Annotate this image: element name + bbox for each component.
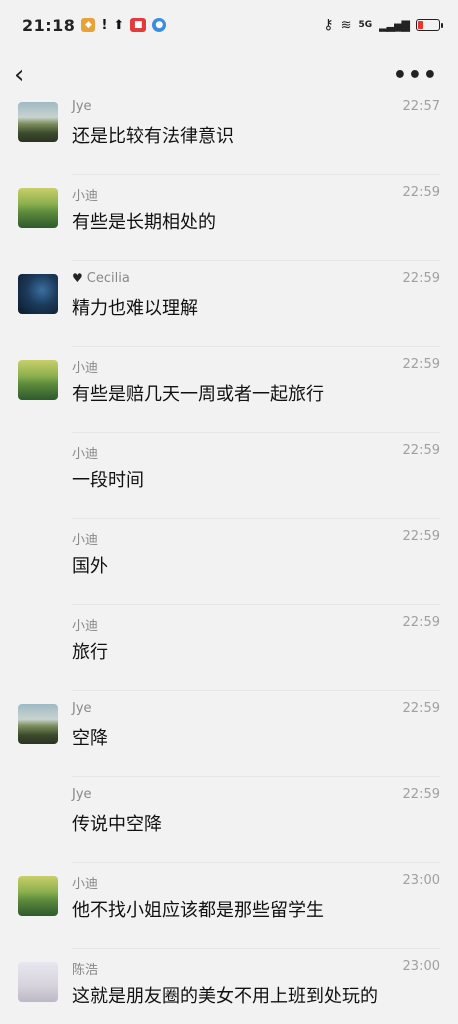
message-item[interactable]: 小迪 22:59 国外 [0, 519, 458, 605]
green-landscape-avatar[interactable] [18, 876, 58, 916]
message-text: 他不找小姐应该都是那些留学生 [72, 900, 324, 921]
message-time: 23:00 [402, 959, 440, 974]
message-text: 精力也难以理解 [72, 298, 198, 319]
message-item[interactable]: Jye 22:59 空降 [0, 691, 458, 777]
message-time: 22:59 [402, 443, 440, 458]
sender-name-text: Cecilia [86, 271, 130, 286]
message-item[interactable]: 小迪 22:59 旅行 [0, 605, 458, 691]
message-item[interactable]: ♥ Cecilia 22:59 精力也难以理解 [0, 261, 458, 347]
message-time: 22:59 [402, 271, 440, 286]
sender-name: Jye [72, 787, 92, 802]
person-avatar[interactable] [18, 962, 58, 1002]
landscape-avatar[interactable] [18, 102, 58, 142]
upload-icon: ⬆ [113, 17, 125, 33]
message-text: 传说中空降 [72, 814, 162, 835]
message-text: 一段时间 [72, 470, 144, 491]
green-landscape-avatar[interactable] [18, 188, 58, 228]
message-time: 22:59 [402, 185, 440, 200]
app-badge-icon: ■ [130, 18, 147, 32]
message-text: 有些是长期相处的 [72, 212, 216, 233]
key-icon: ⚷ [323, 17, 334, 33]
sender-name: 小迪 [72, 361, 99, 376]
landscape-avatar[interactable] [18, 704, 58, 744]
message-item[interactable]: Jye 22:57 还是比较有法律意识 [0, 100, 458, 175]
sender-name: 小迪 [72, 189, 99, 204]
network-type: 5G [358, 20, 373, 30]
top-nav-bar: ‹ ••• [0, 50, 458, 100]
battery-icon [416, 19, 443, 31]
globe-icon: ● [152, 18, 167, 32]
dark-water-avatar[interactable] [18, 274, 58, 314]
message-text: 空降 [72, 728, 108, 749]
message-item[interactable]: 小迪 22:59 有些是长期相处的 [0, 175, 458, 261]
shield-icon: ◆ [81, 18, 96, 32]
wifi-icon: ≋ [340, 17, 352, 33]
message-text: 这就是朋友圈的美女不用上班到处玩的 [72, 986, 378, 1007]
alert-icon: ! [101, 17, 108, 33]
status-bar: 21:18 ◆ ! ⬆ ■ ● ⚷ ≋ 5G ▂▃▅▇ [0, 0, 458, 50]
message-time: 22:59 [402, 701, 440, 716]
message-item[interactable]: 小迪 23:00 他不找小姐应该都是那些留学生 [0, 863, 458, 949]
back-chevron-icon[interactable]: ‹ [14, 62, 24, 88]
message-time: 22:57 [402, 100, 440, 114]
sender-name: ♥ Cecilia [72, 271, 130, 286]
message-text: 旅行 [72, 642, 108, 663]
message-text: 还是比较有法律意识 [72, 126, 234, 147]
message-text: 国外 [72, 556, 108, 577]
message-time: 22:59 [402, 357, 440, 372]
sender-name: 小迪 [72, 447, 99, 462]
sender-name: 陈浩 [72, 963, 99, 978]
message-item[interactable]: 小迪 22:59 有些是赔几天一周或者一起旅行 [0, 347, 458, 433]
message-text: 有些是赔几天一周或者一起旅行 [72, 384, 324, 405]
sender-name: 小迪 [72, 619, 99, 634]
message-list[interactable]: Jye 22:57 还是比较有法律意识 小迪 22:59 有些是长期相处的 ♥ C… [0, 100, 458, 1024]
message-item[interactable]: Jye 22:59 传说中空降 [0, 777, 458, 863]
message-time: 23:00 [402, 873, 440, 888]
sender-name: Jye [72, 100, 92, 114]
green-landscape-avatar[interactable] [18, 360, 58, 400]
message-time: 22:59 [402, 615, 440, 630]
black-heart-icon: ♥ [72, 271, 83, 285]
message-time: 22:59 [402, 529, 440, 544]
message-time: 22:59 [402, 787, 440, 802]
sender-name: Jye [72, 701, 92, 716]
more-options-icon[interactable]: ••• [393, 63, 438, 88]
status-time: 21:18 [22, 15, 76, 35]
sender-name: 小迪 [72, 533, 99, 548]
sender-name: 小迪 [72, 877, 99, 892]
message-item[interactable]: 陈浩 23:00 这就是朋友圈的美女不用上班到处玩的 [0, 949, 458, 1024]
message-item[interactable]: 小迪 22:59 一段时间 [0, 433, 458, 519]
signal-icon: ▂▃▅▇ [379, 18, 410, 32]
